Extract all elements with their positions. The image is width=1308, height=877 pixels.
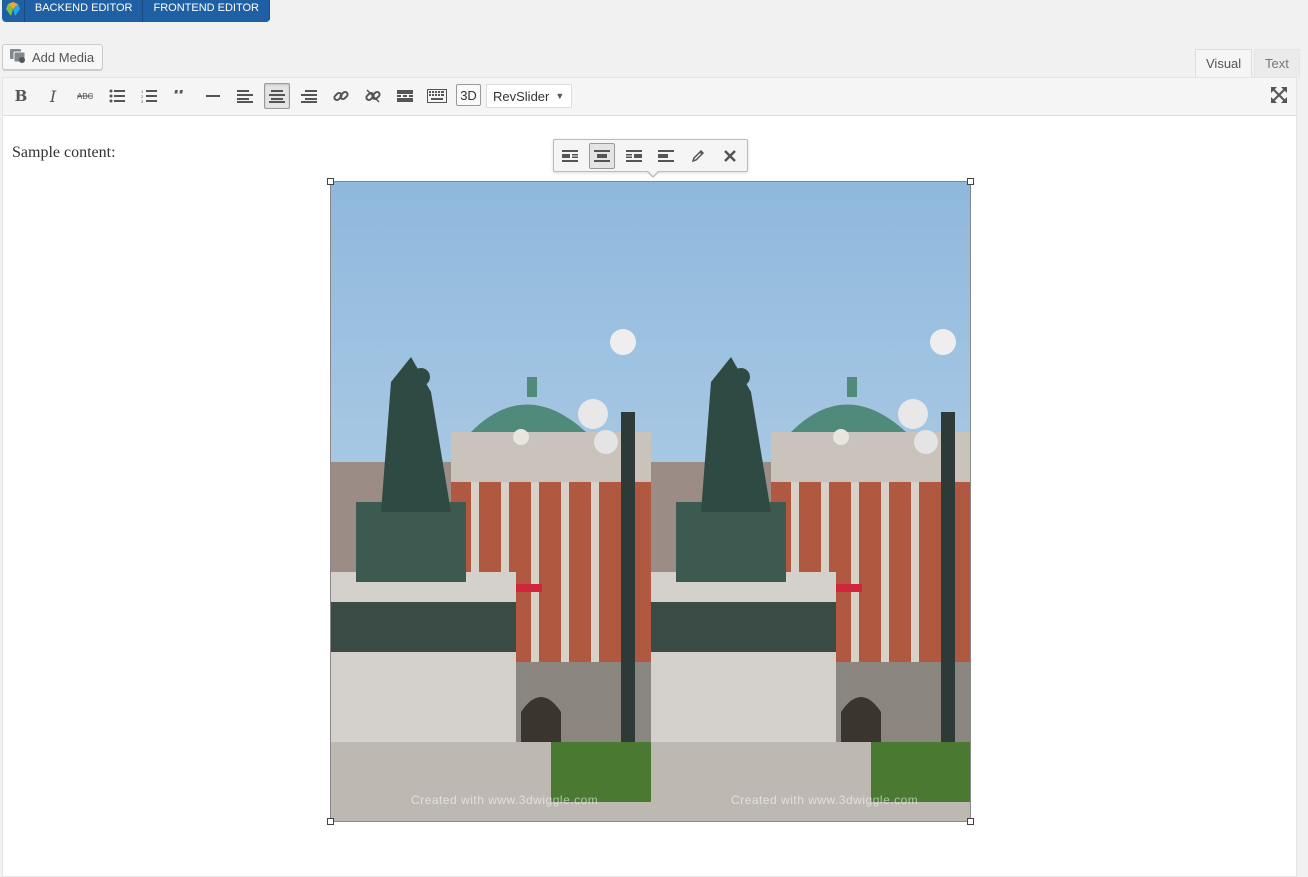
editor-toolbar: B I ABC 123 “	[3, 78, 1296, 116]
resize-handle-se[interactable]	[967, 818, 974, 825]
chevron-down-icon: ▼	[555, 91, 565, 101]
horizontal-line-icon[interactable]	[200, 83, 226, 109]
fullscreen-icon[interactable]	[1270, 86, 1288, 109]
tab-text[interactable]: Text	[1254, 49, 1300, 77]
revslider-label: RevSlider	[493, 88, 550, 104]
toolbar-pointer	[646, 170, 660, 178]
image-align-none-icon[interactable]	[653, 143, 679, 169]
tab-visual[interactable]: Visual	[1195, 49, 1253, 78]
close-icon[interactable]	[717, 143, 743, 169]
strikethrough-icon[interactable]: ABC	[72, 83, 98, 109]
add-media-label: Add Media	[32, 49, 95, 65]
image-align-left-icon[interactable]	[557, 143, 583, 169]
bullet-list-icon[interactable]	[104, 83, 130, 109]
pencil-icon[interactable]	[685, 143, 711, 169]
selected-image[interactable]: Created with www.3dwiggle.com Created wi…	[330, 181, 971, 822]
align-center-icon[interactable]	[264, 83, 290, 109]
keyboard-icon[interactable]	[424, 83, 450, 109]
bold-button[interactable]: B	[8, 83, 34, 109]
image-align-right-icon[interactable]	[621, 143, 647, 169]
content-paragraph[interactable]: Sample content:	[12, 144, 116, 162]
unlink-icon[interactable]	[360, 83, 386, 109]
page-builder-bar: BACKEND EDITOR FRONTEND EDITOR	[2, 0, 270, 22]
blockquote-icon[interactable]: “	[168, 83, 194, 109]
link-icon[interactable]	[328, 83, 354, 109]
align-left-icon[interactable]	[232, 83, 258, 109]
editor-frame: B I ABC 123 “	[2, 77, 1297, 877]
media-icon	[9, 48, 27, 67]
builder-logo-icon[interactable]	[2, 0, 25, 22]
resize-handle-sw[interactable]	[327, 818, 334, 825]
numbered-list-icon[interactable]: 123	[136, 83, 162, 109]
watermark-right: Created with www.3dwiggle.com	[731, 793, 919, 807]
align-right-icon[interactable]	[296, 83, 322, 109]
svg-text:3: 3	[141, 99, 144, 103]
resize-handle-nw[interactable]	[327, 178, 334, 185]
image-inline-toolbar	[553, 139, 748, 178]
resize-handle-ne[interactable]	[967, 178, 974, 185]
svg-text:“: “	[173, 90, 186, 102]
italic-button[interactable]: I	[40, 83, 66, 109]
add-media-button[interactable]: Add Media	[2, 44, 104, 70]
backend-editor-button[interactable]: BACKEND EDITOR	[25, 0, 144, 22]
watermark-left: Created with www.3dwiggle.com	[411, 793, 599, 807]
revslider-select[interactable]: RevSlider ▼	[486, 84, 572, 108]
frontend-editor-button[interactable]: FRONTEND EDITOR	[143, 0, 270, 22]
read-more-icon[interactable]	[392, 83, 418, 109]
stereo-photo	[331, 182, 970, 821]
image-align-center-icon[interactable]	[589, 143, 615, 169]
3d-button[interactable]: 3D	[456, 84, 481, 106]
